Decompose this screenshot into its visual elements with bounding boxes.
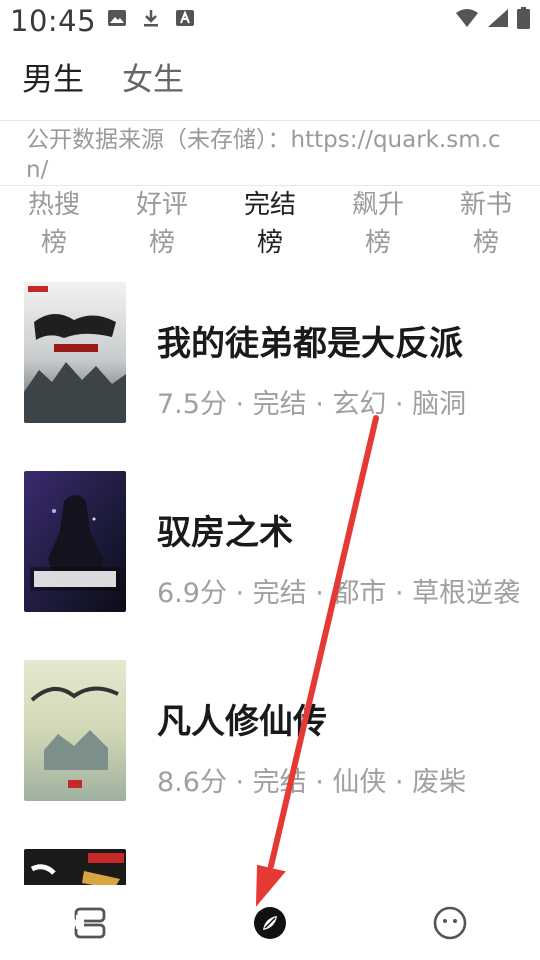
book-cover <box>24 282 126 423</box>
battery-icon <box>517 7 530 33</box>
smiley-profile-icon[interactable] <box>430 903 470 943</box>
book-item[interactable]: 驭房之术 6.9分 · 完结 · 都市 · 草根逆袭 <box>0 471 540 612</box>
status-time: 10:45 <box>10 4 97 38</box>
book-list: 我的徒弟都是大反派 7.5分 · 完结 · 玄幻 · 脑洞 驭房之术 6.9分 … <box>0 282 540 885</box>
book-meta: 8.6分 · 完结 · 仙侠 · 废柴 <box>157 767 467 798</box>
data-source-text: 公开数据来源（未存储）：https://quark.sm.cn/ <box>26 127 501 183</box>
tab-label: 好评榜 <box>135 190 188 258</box>
book-title: 驭房之术 <box>157 513 293 553</box>
gender-tabs: 男生 女生 <box>22 54 184 99</box>
tab-hot-search[interactable]: 热搜榜 <box>0 186 108 264</box>
data-source-notice: 公开数据来源（未存储）：https://quark.sm.cn/ <box>0 120 540 186</box>
download-icon <box>140 7 162 29</box>
book-item[interactable]: 我的徒弟都是大反派 7.5分 · 完结 · 玄幻 · 脑洞 <box>0 282 540 423</box>
tab-new-books[interactable]: 新书榜 <box>432 186 540 264</box>
tab-label: 热搜榜 <box>27 190 80 258</box>
font-icon <box>174 7 196 29</box>
wifi-icon <box>455 8 479 32</box>
tab-rising[interactable]: 飙升榜 <box>324 186 432 264</box>
status-bar: 10:45 <box>0 0 540 42</box>
tab-female[interactable]: 女生 <box>122 54 184 99</box>
book-item[interactable]: 凡人修仙传 8.6分 · 完结 · 仙侠 · 废柴 <box>0 660 540 801</box>
tab-label: 新书榜 <box>459 190 512 258</box>
tab-completed[interactable]: 完结榜 <box>216 186 324 264</box>
bottom-nav <box>0 885 540 960</box>
book-title: 凡人修仙传 <box>157 702 327 742</box>
book-meta: 6.9分 · 完结 · 都市 · 草根逆袭 <box>157 578 521 609</box>
image-icon <box>106 7 128 29</box>
compass-icon[interactable] <box>250 903 290 943</box>
book-cover <box>24 471 126 612</box>
bookshelf-icon[interactable] <box>70 903 110 943</box>
tab-good-reviews[interactable]: 好评榜 <box>108 186 216 264</box>
signal-icon <box>487 8 509 32</box>
book-cover <box>24 660 126 801</box>
tab-label: 完结榜 <box>243 190 296 258</box>
ranking-tabs: 热搜榜 好评榜 完结榜 飙升榜 新书榜 <box>0 186 540 264</box>
book-item[interactable] <box>0 849 540 885</box>
tab-label: 飙升榜 <box>351 190 404 258</box>
book-meta: 7.5分 · 完结 · 玄幻 · 脑洞 <box>157 389 467 420</box>
book-title: 我的徒弟都是大反派 <box>157 324 463 364</box>
book-cover <box>24 849 126 885</box>
tab-male[interactable]: 男生 <box>22 54 84 99</box>
